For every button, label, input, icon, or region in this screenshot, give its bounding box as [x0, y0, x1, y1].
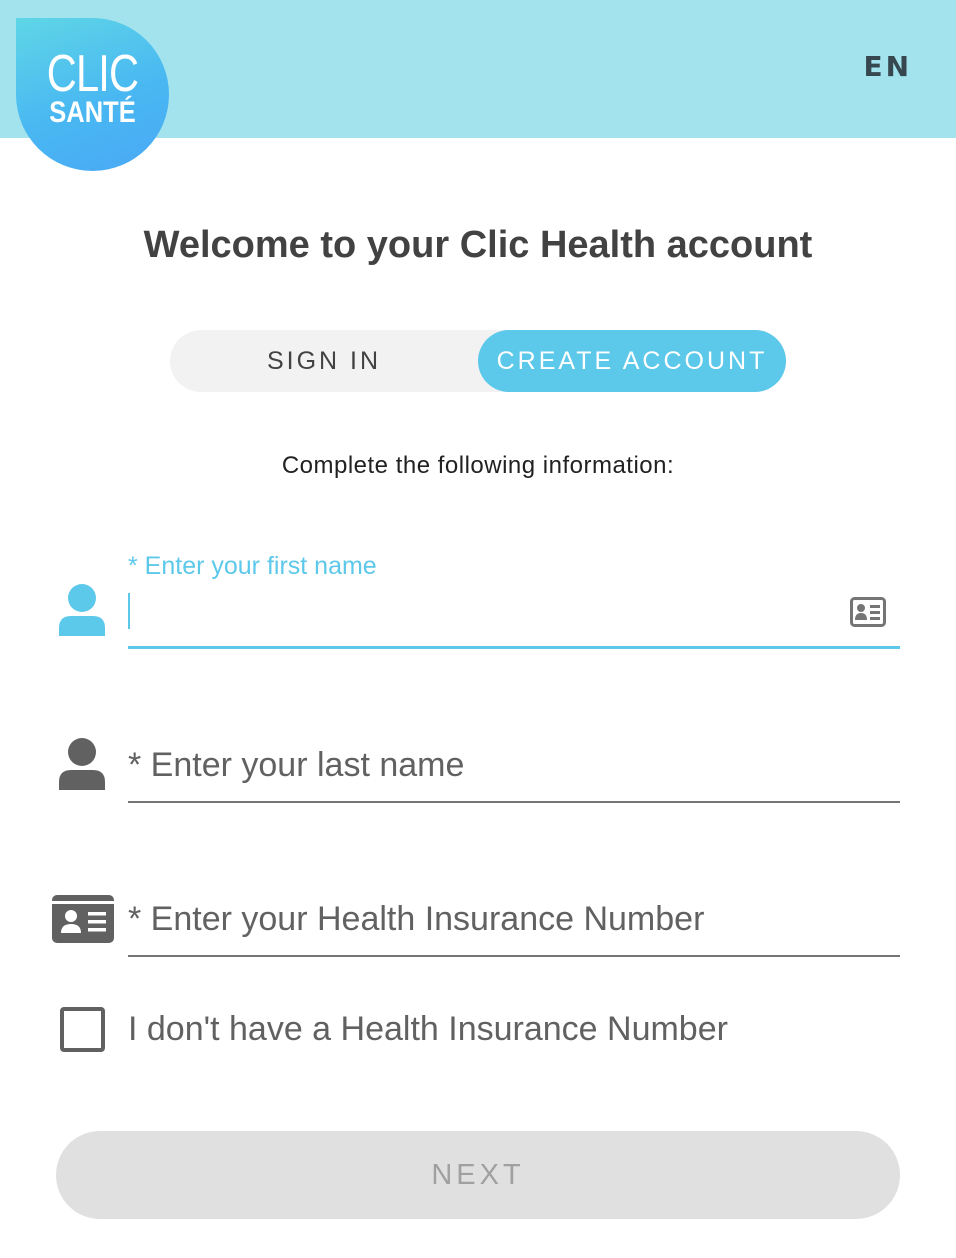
no-health-insurance-number-label[interactable]: I don't have a Health Insurance Number [128, 1010, 728, 1049]
last-name-underline [128, 801, 900, 803]
clic-sante-logo[interactable]: CLIC SANTÉ [16, 18, 169, 171]
next-button[interactable]: NEXT [56, 1131, 900, 1219]
health-insurance-number-underline [128, 955, 900, 957]
id-card-icon [52, 895, 114, 948]
logo-line2: SANTÉ [49, 96, 136, 129]
text-caret [128, 593, 130, 629]
contact-card-icon[interactable] [850, 597, 886, 632]
health-insurance-number-label: * Enter your Health Insurance Number [128, 900, 705, 938]
form-instruction: Complete the following information: [281, 452, 675, 479]
user-icon [57, 584, 107, 643]
user-icon [57, 738, 107, 797]
no-health-insurance-number-checkbox[interactable] [60, 1007, 105, 1052]
first-name-field[interactable]: * Enter your first name [128, 548, 900, 649]
auth-mode-toggle: SIGN IN CREATE ACCOUNT [170, 330, 786, 392]
logo-line1: CLIC [46, 45, 139, 103]
first-name-underline [128, 646, 900, 649]
language-switch[interactable]: EN [863, 50, 912, 83]
health-insurance-number-field[interactable]: * Enter your Health Insurance Number [128, 892, 900, 957]
page-title: Welcome to your Clic Health account [143, 224, 813, 266]
last-name-label: * Enter your last name [128, 746, 465, 784]
tab-create-account[interactable]: CREATE ACCOUNT [478, 330, 786, 392]
last-name-field[interactable]: * Enter your last name [128, 738, 900, 803]
tab-sign-in[interactable]: SIGN IN [170, 330, 478, 392]
first-name-label: * Enter your first name [128, 552, 377, 580]
